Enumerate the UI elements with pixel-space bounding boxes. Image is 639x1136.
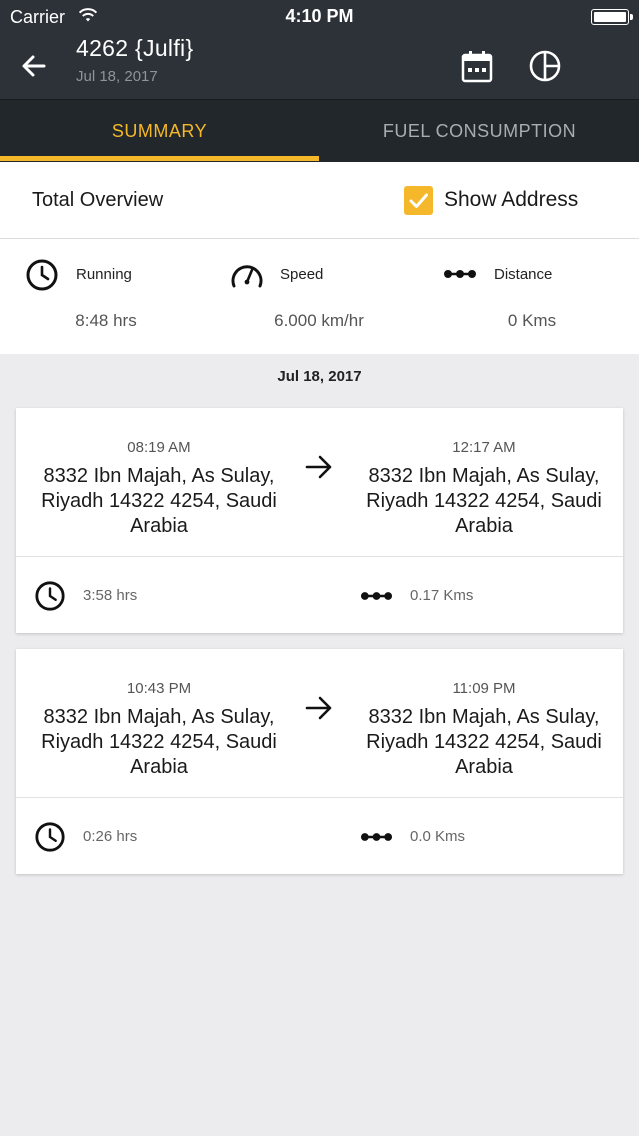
- distance-dots-icon: [444, 270, 476, 278]
- speed-label: Speed: [280, 266, 324, 283]
- speedometer-icon: [231, 265, 263, 288]
- status-time: 4:10 PM: [285, 6, 354, 26]
- trip-end-address: 8332 Ibn Majah, As Sulay, Riyadh 14322 4…: [366, 706, 602, 778]
- calendar-icon[interactable]: [458, 48, 496, 84]
- trip-start-time: 10:43 PM: [126, 680, 192, 697]
- battery-icon: [591, 9, 633, 25]
- trip-start-address: 8332 Ibn Majah, As Sulay, Riyadh 14322 4…: [41, 706, 277, 778]
- distance-dots-icon: [360, 833, 393, 841]
- clock-icon: [35, 822, 65, 852]
- speed-value: 6.000 km/hr: [274, 311, 364, 330]
- trip-end-time: 12:17 AM: [452, 439, 516, 456]
- overview-title: Total Overview: [32, 189, 164, 211]
- trip-distance: 0.17 Kms: [410, 587, 474, 604]
- trip-start-address: 8332 Ibn Majah, As Sulay, Riyadh 14322 4…: [41, 465, 277, 537]
- right-arrow-icon: [305, 455, 332, 479]
- distance-value: 0 Kms: [507, 311, 557, 330]
- overview-row: Total Overview Show Address: [0, 162, 639, 239]
- distance-label: Distance: [494, 266, 553, 283]
- tab-fuel-consumption[interactable]: FUEL CONSUMPTION: [320, 100, 639, 162]
- clock-icon: [26, 259, 58, 291]
- trip-end-address: 8332 Ibn Majah, As Sulay, Riyadh 14322 4…: [366, 465, 602, 537]
- running-label: Running: [76, 266, 132, 283]
- show-address-checkbox[interactable]: [404, 186, 433, 215]
- trip-end-time: 11:09 PM: [452, 680, 516, 697]
- trip-card[interactable]: 10:43 PM 8332 Ibn Majah, As Sulay, Riyad…: [16, 649, 623, 874]
- status-bar: Carrier 4:10 PM: [0, 0, 639, 32]
- nav-bar: 4262 {Julfi} Jul 18, 2017: [0, 32, 639, 99]
- checkmark-icon: [409, 193, 428, 208]
- running-value: 8:48 hrs: [75, 311, 137, 330]
- card-divider: [16, 556, 623, 557]
- tab-bar: SUMMARY FUEL CONSUMPTION: [0, 100, 639, 162]
- app-header: Carrier 4:10 PM 4262 {Julfi} Jul 18, 201…: [0, 0, 639, 162]
- right-arrow-icon: [305, 696, 332, 720]
- show-address-label[interactable]: Show Address: [444, 188, 578, 212]
- pie-chart-icon[interactable]: [526, 48, 564, 84]
- active-tab-indicator: [0, 156, 319, 161]
- tab-summary[interactable]: SUMMARY: [0, 100, 319, 162]
- page-title: 4262 {Julfi}: [76, 35, 194, 61]
- page-subtitle: Jul 18, 2017: [76, 68, 158, 85]
- card-divider: [16, 797, 623, 798]
- trip-distance: 0.0 Kms: [410, 828, 466, 845]
- trip-duration: 3:58 hrs: [83, 587, 138, 604]
- date-heading: Jul 18, 2017: [277, 368, 362, 385]
- clock-icon: [35, 581, 65, 611]
- trip-start-time: 08:19 AM: [127, 439, 191, 456]
- trip-duration: 0:26 hrs: [83, 828, 138, 845]
- back-arrow-icon[interactable]: [16, 48, 52, 84]
- stats-panel: Running 8:48 hrs Speed 6.000 km/hr Dista…: [0, 239, 639, 354]
- distance-dots-icon: [360, 592, 393, 600]
- trip-card[interactable]: 08:19 AM 8332 Ibn Majah, As Sulay, Riyad…: [16, 408, 623, 633]
